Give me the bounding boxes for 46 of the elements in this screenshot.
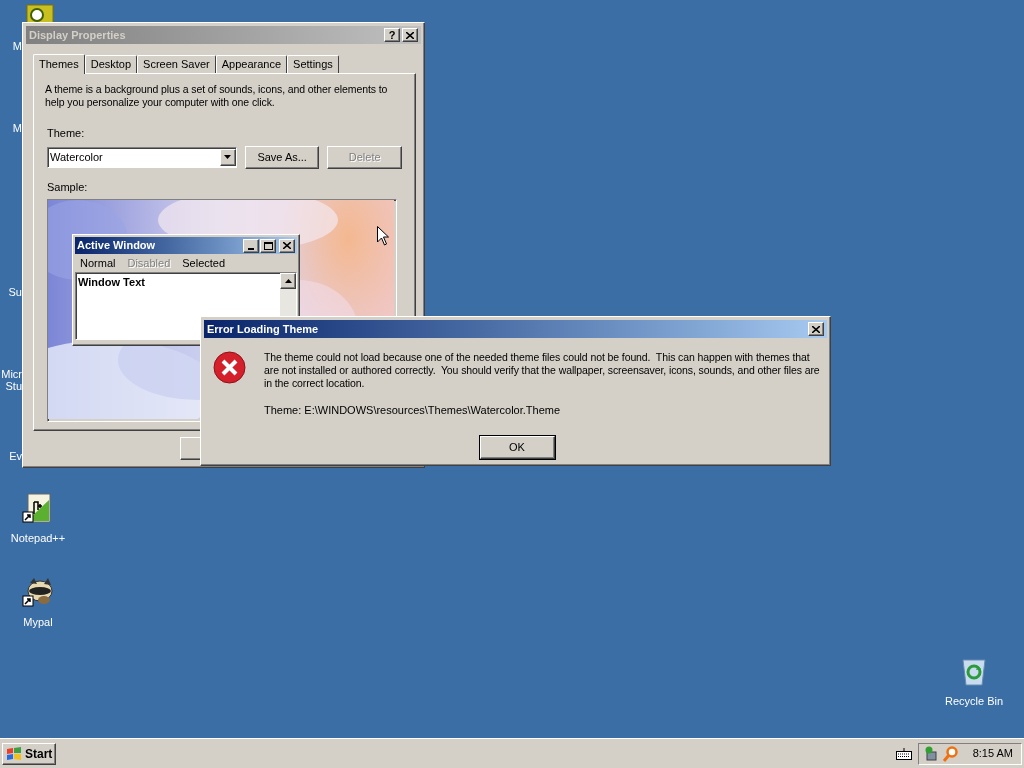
maximize-icon — [260, 238, 276, 253]
sample-label: Sample: — [47, 179, 89, 195]
ok-button[interactable]: OK — [479, 435, 555, 459]
caret-icon — [224, 155, 232, 159]
windows-logo-icon — [6, 746, 22, 761]
desktop-icon-label: Su — [7, 285, 22, 300]
magnifier-icon[interactable] — [941, 745, 958, 762]
tab[interactable]: Screen Saver — [137, 55, 216, 73]
notepad-icon — [22, 492, 54, 524]
window-title: Display Properties — [29, 27, 127, 43]
theme-label: Theme: — [47, 126, 86, 141]
close-button[interactable] — [402, 28, 418, 42]
tab[interactable]: Appearance — [215, 55, 288, 73]
clock[interactable]: 8:15 AM — [972, 745, 1013, 762]
keyboard-icon — [895, 747, 912, 760]
window-text: Window Text — [78, 276, 145, 288]
desktop-icon-label: M — [11, 39, 22, 54]
desktop-icon-label: M — [11, 121, 22, 136]
x-icon — [283, 242, 291, 249]
tab[interactable]: Themes — [33, 54, 85, 74]
help-button[interactable]: ? — [384, 28, 400, 42]
desktop-icon-label[interactable]: Notepad++ — [10, 530, 66, 547]
raccoon-icon — [22, 576, 54, 608]
desktop-icon-label: Stu — [4, 379, 22, 394]
desktop-icon-label: Ev — [8, 449, 22, 464]
desktop-icon-label[interactable]: Mypal — [23, 614, 53, 631]
error-message: The theme could not load because one of the needed theme files could not be found. This can happen with themes that are not installed or authored correctly. You should verify that the wallpaper, screensaver, icons, sounds, and other files are in the correct location. — [264, 351, 821, 390]
pointer-icon — [377, 226, 389, 246]
theme-button[interactable]: Save As... — [244, 145, 320, 169]
tab[interactable]: Settings — [287, 55, 339, 73]
window-title: Error Loading Theme — [207, 321, 320, 337]
desktop-icon-label: Micr — [0, 367, 22, 382]
theme-path: Theme: E:\WINDOWS\resources\Themes\Watercolor.Theme — [264, 403, 562, 418]
close-button[interactable] — [808, 322, 824, 336]
close-icon — [406, 31, 414, 39]
close-icon — [812, 325, 820, 333]
tab[interactable]: Desktop — [84, 55, 138, 73]
start-button[interactable]: Start — [2, 742, 57, 765]
desktop-icon-label[interactable]: Recycle Bin — [944, 693, 1004, 710]
minimize-icon — [243, 238, 259, 253]
error-icon — [213, 351, 246, 384]
scroll-up-icon — [284, 279, 292, 283]
theme-description: A theme is a background plus a set of sounds, icons, and other elements to help you personalize your computer with one click. — [45, 83, 389, 109]
preview-title: Active Window — [77, 238, 157, 254]
theme-dropdown[interactable]: Watercolor — [47, 146, 237, 168]
preview-menu-item: Disabled — [127, 255, 171, 271]
